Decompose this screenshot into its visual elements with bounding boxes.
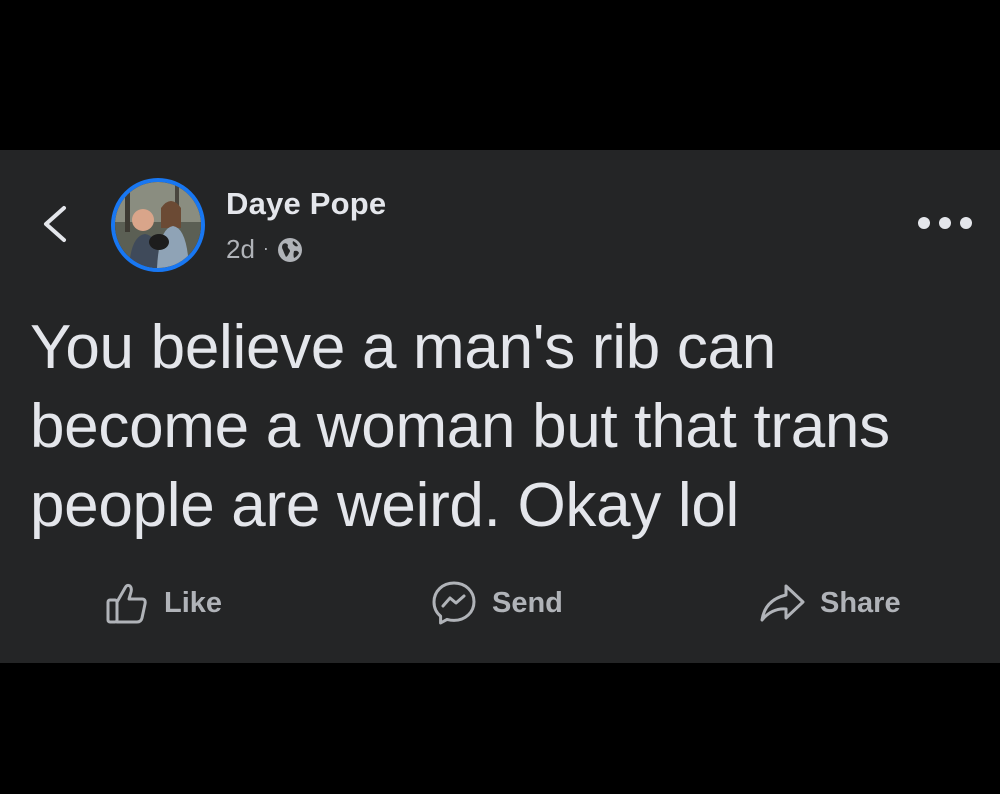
messenger-icon: [432, 581, 476, 625]
chevron-left-icon: [44, 206, 66, 242]
like-label: Like: [164, 586, 223, 619]
post-text: You believe a man's rib can become a wom…: [30, 313, 890, 540]
send-label: Send: [492, 586, 563, 619]
page: Daye Pope 2d · You believe a man's rib c…: [0, 0, 1000, 794]
profile-photo: [115, 182, 201, 268]
post-meta: 2d ·: [226, 234, 303, 265]
share-button[interactable]: Share: [758, 578, 901, 628]
like-button[interactable]: Like: [104, 578, 222, 628]
back-button[interactable]: [36, 200, 72, 248]
thumbs-up-icon: [106, 583, 147, 624]
globe-icon: [277, 237, 302, 262]
share-label: Share: [820, 586, 901, 619]
more-options-button[interactable]: [918, 210, 972, 236]
author-name[interactable]: Daye Pope: [226, 186, 386, 222]
avatar[interactable]: [111, 178, 205, 272]
meta-separator: ·: [262, 238, 269, 258]
action-bar: Like Send Share: [0, 568, 1000, 638]
more-dot: [960, 217, 972, 229]
more-dot: [918, 217, 930, 229]
post-card: Daye Pope 2d · You believe a man's rib c…: [0, 150, 1000, 663]
send-button[interactable]: Send: [430, 578, 563, 628]
post-timestamp[interactable]: 2d: [226, 234, 255, 265]
more-dot: [939, 217, 951, 229]
share-arrow-icon: [760, 584, 805, 622]
